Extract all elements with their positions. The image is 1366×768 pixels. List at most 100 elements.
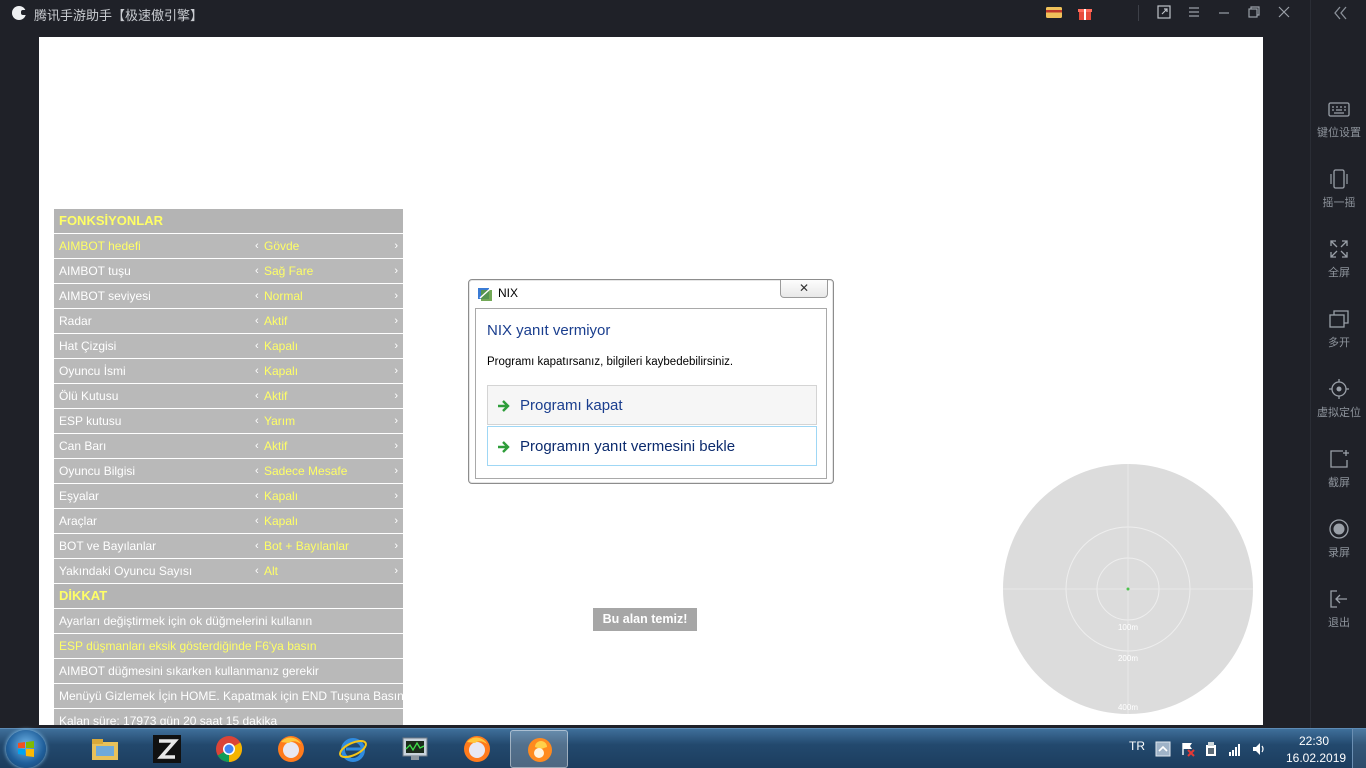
menu-row[interactable]: Can Barı ‹ Aktif ›: [54, 434, 403, 458]
menu-row[interactable]: Araçlar ‹ Kapalı ›: [54, 509, 403, 533]
menu-row[interactable]: Radar ‹ Aktif ›: [54, 309, 403, 333]
menu-row-name: Eşyalar: [59, 489, 100, 503]
menu-row[interactable]: ESP kutusu ‹ Yarım ›: [54, 409, 403, 433]
chevron-left-icon[interactable]: ‹: [255, 284, 259, 308]
card-icon[interactable]: [1045, 5, 1063, 23]
menu-row[interactable]: AIMBOT tuşu ‹ Sağ Fare ›: [54, 259, 403, 283]
chevron-left-icon[interactable]: ‹: [255, 334, 259, 358]
network-icon[interactable]: [1227, 741, 1243, 757]
menu-note: Ayarları değiştirmek için ok düğmelerini…: [54, 609, 403, 633]
menu-row[interactable]: Hat Çizgisi ‹ Kapalı ›: [54, 334, 403, 358]
chevron-right-icon[interactable]: ›: [394, 309, 398, 333]
menu-row[interactable]: BOT ve Bayılanlar ‹ Bot + Bayılanlar ›: [54, 534, 403, 558]
restore-icon[interactable]: [1245, 5, 1263, 23]
firefox-icon: [278, 736, 304, 762]
z-app-icon: [153, 735, 181, 763]
windows-taskbar: TR 22:30 16.02.2019: [0, 728, 1366, 768]
menu-row-name: Can Barı: [59, 439, 107, 453]
menu-row-name: ESP kutusu: [59, 414, 122, 428]
menu-row[interactable]: AIMBOT seviyesi ‹ Normal ›: [54, 284, 403, 308]
clock-time[interactable]: 22:30: [1299, 734, 1329, 748]
menu-row[interactable]: Oyuncu İsmi ‹ Kapalı ›: [54, 359, 403, 383]
chevron-left-icon[interactable]: ‹: [255, 309, 259, 333]
chevron-right-icon[interactable]: ›: [394, 559, 398, 583]
chevron-right-icon[interactable]: ›: [394, 359, 398, 383]
clock-date[interactable]: 16.02.2019: [1286, 751, 1346, 765]
menu-icon[interactable]: [1185, 5, 1203, 23]
menu-row[interactable]: Yakındaki Oyuncu Sayısı ‹ Alt ›: [54, 559, 403, 583]
chevron-left-icon[interactable]: ‹: [255, 409, 259, 433]
chevron-right-icon[interactable]: ›: [394, 284, 398, 308]
taskbar-app-monitor[interactable]: [386, 730, 444, 768]
menu-row[interactable]: Ölü Kutusu ‹ Aktif ›: [54, 384, 403, 408]
menu-row[interactable]: AIMBOT hedefi ‹ Gövde ›: [54, 234, 403, 258]
show-desktop-button[interactable]: [1352, 729, 1366, 768]
minimize-icon[interactable]: [1215, 5, 1233, 23]
chevron-right-icon[interactable]: ›: [394, 484, 398, 508]
wait-program-label: Programın yanıt vermesini bekle: [520, 438, 736, 455]
menu-row-value: Kapalı: [264, 514, 299, 528]
sidebar-item-virtual-location[interactable]: 虚拟定位: [1311, 378, 1366, 438]
taskbar-app-firefox-2[interactable]: [448, 730, 506, 768]
green-arrow-icon: [498, 441, 510, 453]
chevron-left-icon[interactable]: ‹: [255, 534, 259, 558]
chevron-left-icon[interactable]: ‹: [255, 484, 259, 508]
menu-note: ESP düşmanları eksik gösterdiğinde F6'ya…: [54, 634, 403, 658]
chevron-right-icon[interactable]: ›: [394, 434, 398, 458]
chevron-left-icon[interactable]: ‹: [255, 359, 259, 383]
chevron-left-icon[interactable]: ‹: [255, 384, 259, 408]
chevron-right-icon[interactable]: ›: [394, 234, 398, 258]
start-button[interactable]: [6, 730, 46, 768]
chevron-right-icon[interactable]: ›: [394, 459, 398, 483]
popout-icon[interactable]: [1155, 5, 1173, 23]
sidebar-item-shake[interactable]: 摇一摇: [1311, 168, 1366, 228]
sidebar-item-record[interactable]: 录屏: [1311, 518, 1366, 578]
show-hidden-icons-icon[interactable]: [1155, 741, 1171, 757]
chevron-left-icon[interactable]: ‹: [255, 234, 259, 258]
sidebar-item-screenshot[interactable]: 截屏: [1311, 448, 1366, 508]
language-indicator[interactable]: TR: [1129, 739, 1145, 753]
sidebar-item-exit[interactable]: 退出: [1311, 588, 1366, 648]
chevron-right-icon[interactable]: ›: [394, 509, 398, 533]
menu-row-value: Yarım: [264, 414, 296, 428]
taskbar-app-firefox[interactable]: [262, 730, 320, 768]
chevron-right-icon[interactable]: ›: [394, 409, 398, 433]
menu-row-value: Gövde: [264, 239, 300, 253]
chevron-left-icon[interactable]: ‹: [255, 509, 259, 533]
menu-row[interactable]: Oyuncu Bilgisi ‹ Sadece Mesafe ›: [54, 459, 403, 483]
volume-icon[interactable]: [1251, 741, 1267, 757]
double-chevron-left-icon[interactable]: [1331, 4, 1349, 27]
chevron-left-icon[interactable]: ‹: [255, 559, 259, 583]
chevron-left-icon[interactable]: ‹: [255, 459, 259, 483]
area-status-badge: Bu alan temiz!: [593, 608, 697, 631]
sidebar-item-fullscreen[interactable]: 全屏: [1311, 238, 1366, 298]
close-icon[interactable]: [1275, 5, 1293, 23]
chevron-right-icon[interactable]: ›: [394, 534, 398, 558]
internet-explorer-icon: [339, 738, 367, 762]
chevron-right-icon[interactable]: ›: [394, 384, 398, 408]
sidebar-item-keymap[interactable]: 键位设置: [1311, 98, 1366, 158]
taskbar-app-gaming-buddy[interactable]: [510, 730, 568, 768]
windows-logo-icon: [18, 741, 34, 757]
taskbar-app-z[interactable]: [138, 730, 196, 768]
chevron-left-icon[interactable]: ‹: [255, 259, 259, 283]
menu-row-value: Aktif: [264, 314, 288, 328]
chevron-right-icon[interactable]: ›: [394, 259, 398, 283]
taskbar-app-explorer[interactable]: [76, 730, 134, 768]
menu-row-name: Hat Çizgisi: [59, 339, 117, 353]
sidebar-item-label: 多开: [1328, 336, 1350, 349]
chevron-left-icon[interactable]: ‹: [255, 434, 259, 458]
close-program-button[interactable]: Programı kapat: [487, 385, 817, 425]
gift-icon[interactable]: [1076, 5, 1094, 23]
sidebar-item-multi-instance[interactable]: 多开: [1311, 308, 1366, 368]
action-center-icon[interactable]: [1180, 741, 1196, 757]
device-icon[interactable]: [1203, 741, 1219, 757]
taskbar-app-chrome[interactable]: [200, 730, 258, 768]
dialog-close-button[interactable]: ✕: [780, 280, 828, 298]
wait-program-button[interactable]: Programın yanıt vermesini bekle: [487, 426, 817, 466]
menu-row-value: Kapalı: [264, 489, 299, 503]
location-icon: [1329, 379, 1349, 399]
taskbar-app-ie[interactable]: [324, 730, 382, 768]
chevron-right-icon[interactable]: ›: [394, 334, 398, 358]
menu-row[interactable]: Eşyalar ‹ Kapalı ›: [54, 484, 403, 508]
